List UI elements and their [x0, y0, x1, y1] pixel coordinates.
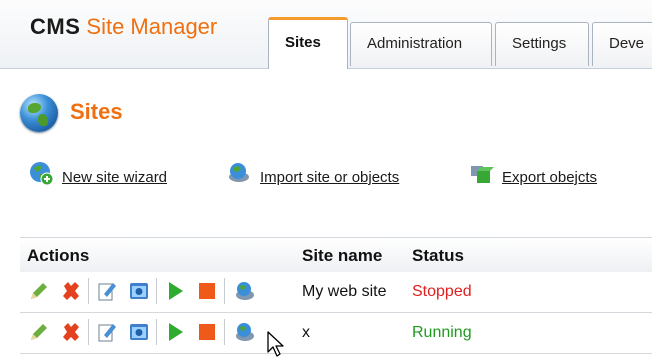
globe-icon — [20, 94, 58, 132]
status-cell: Running — [412, 324, 472, 341]
tab-settings[interactable]: Settings — [495, 22, 589, 66]
stop-icon[interactable] — [196, 321, 218, 343]
properties-icon[interactable] — [96, 280, 118, 302]
export-icon — [471, 166, 494, 183]
separator — [88, 278, 89, 304]
import-site-link[interactable]: Import site or objects — [226, 160, 441, 196]
export-objects-link[interactable]: Export obejcts — [468, 160, 628, 196]
app-logo: CMS Site Manager — [30, 14, 217, 40]
status-cell: Stopped — [412, 283, 472, 300]
grid-header: Actions Site name Status — [20, 237, 652, 273]
separator — [224, 278, 225, 304]
properties-icon[interactable] — [96, 321, 118, 343]
tab-label: Deve — [609, 35, 645, 52]
import-icon — [229, 163, 249, 182]
separator — [88, 319, 89, 345]
page-title: Sites — [70, 99, 123, 124]
separator — [156, 278, 157, 304]
table-row: My web site Stopped — [20, 272, 652, 313]
preview-icon[interactable] — [128, 321, 150, 343]
column-site-name[interactable]: Site name — [302, 246, 382, 266]
tab-label: Settings — [512, 35, 567, 52]
tab-administration[interactable]: Administration — [350, 22, 492, 66]
site-name-cell: x — [302, 324, 310, 341]
brand-cms: CMS — [30, 14, 81, 39]
tab-development[interactable]: Deve — [592, 22, 652, 66]
import-site-label: Import site or objects — [260, 169, 400, 186]
delete-icon[interactable] — [60, 321, 82, 343]
start-icon[interactable] — [164, 321, 186, 343]
export-objects-label: Export obejcts — [502, 169, 598, 186]
site-name-cell: My web site — [302, 283, 387, 300]
tab-label: Sites — [285, 34, 321, 51]
tab-sites[interactable]: Sites — [268, 17, 348, 69]
new-site-wizard-label: New site wizard — [62, 169, 168, 186]
column-actions: Actions — [27, 246, 90, 265]
export-row-icon[interactable] — [234, 321, 256, 343]
new-site-wizard-link[interactable]: New site wizard — [28, 160, 198, 196]
edit-icon[interactable] — [28, 280, 50, 302]
preview-icon[interactable] — [128, 280, 150, 302]
start-icon[interactable] — [164, 280, 186, 302]
globe-add-icon — [30, 162, 54, 186]
delete-icon[interactable] — [60, 280, 82, 302]
table-row: x Running — [20, 313, 652, 354]
separator — [224, 319, 225, 345]
export-row-icon[interactable] — [234, 280, 256, 302]
edit-icon[interactable] — [28, 321, 50, 343]
separator — [156, 319, 157, 345]
column-status[interactable]: Status — [412, 246, 464, 266]
brand-site-manager: Site Manager — [86, 14, 218, 39]
app-header: CMS Site Manager Sites Administration Set… — [0, 0, 652, 69]
stop-icon[interactable] — [196, 280, 218, 302]
tab-label: Administration — [367, 35, 463, 52]
